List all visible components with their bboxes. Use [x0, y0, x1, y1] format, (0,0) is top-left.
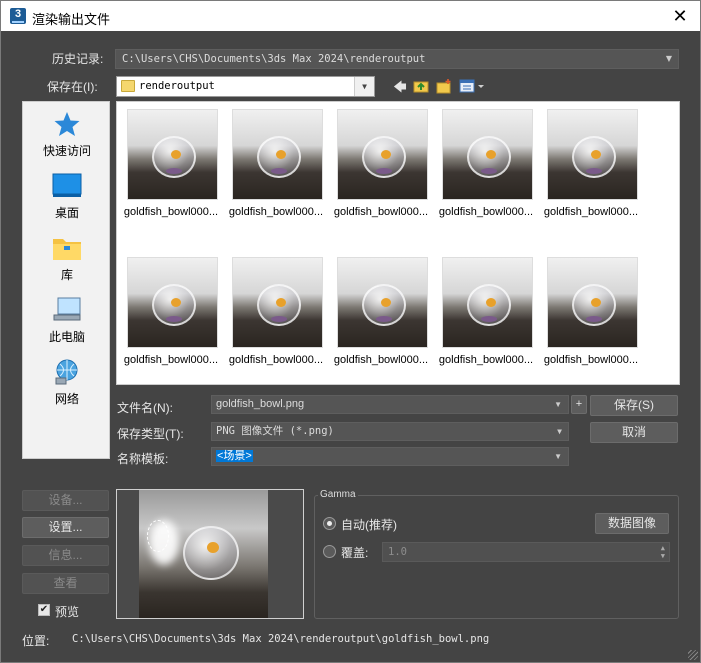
window-title: 渲染输出文件 — [32, 12, 111, 27]
file-tile[interactable]: goldfish_bowl000... — [119, 250, 223, 380]
devices-button[interactable]: 设备... — [22, 490, 109, 511]
place-this-pc[interactable]: 此电脑 — [23, 296, 111, 345]
auto-radio[interactable] — [323, 517, 336, 530]
place-label: 快速访问 — [42, 144, 91, 158]
template-label: 名称模板: — [117, 452, 169, 466]
places-bar: 快速访问 桌面 库 此电脑 网络 — [22, 101, 110, 459]
file-name: goldfish_bowl000... — [543, 354, 639, 366]
desktop-icon — [52, 172, 82, 200]
file-tile[interactable]: goldfish_bowl000... — [224, 102, 328, 232]
file-name: goldfish_bowl000... — [123, 206, 219, 218]
network-icon — [52, 358, 82, 386]
title-bar: 3 渲染输出文件 ✕ — [0, 0, 701, 31]
file-name: goldfish_bowl000... — [438, 206, 534, 218]
file-name: goldfish_bowl000... — [228, 354, 324, 366]
filename-value: goldfish_bowl.png — [216, 398, 305, 410]
template-value: <场景> — [216, 450, 253, 462]
override-spinner[interactable]: 1.0 ▲ ▼ — [382, 542, 670, 562]
file-tile[interactable]: goldfish_bowl000... — [329, 250, 433, 380]
image-thumbnail — [547, 109, 638, 200]
file-list: goldfish_bowl000... goldfish_bowl000... … — [116, 101, 680, 385]
file-name: goldfish_bowl000... — [228, 206, 324, 218]
location-label: 位置: — [22, 634, 50, 648]
history-value: C:\Users\CHS\Documents\3ds Max 2024\rend… — [122, 53, 426, 65]
file-tile[interactable]: goldfish_bowl000... — [434, 102, 538, 232]
resize-grip-icon[interactable] — [688, 650, 698, 660]
place-library[interactable]: 库 — [23, 234, 111, 283]
template-combo[interactable]: <场景> ▼ — [211, 447, 569, 466]
auto-radio-label: 自动(推荐) — [341, 518, 397, 532]
preview-image — [139, 490, 268, 618]
place-quick-access[interactable]: 快速访问 — [23, 110, 111, 159]
setup-button[interactable]: 设置... — [22, 517, 109, 538]
computer-icon — [52, 296, 82, 324]
save-in-combo[interactable]: renderoutput ▼ — [116, 76, 375, 97]
file-name: goldfish_bowl000... — [543, 206, 639, 218]
chevron-down-icon: ▼ — [557, 427, 562, 436]
gamma-group-title: Gamma — [318, 489, 358, 500]
3ds-max-app-icon: 3 — [10, 8, 26, 24]
image-thumbnail — [442, 257, 533, 348]
place-label: 库 — [60, 268, 73, 282]
folder-icon — [121, 80, 135, 92]
library-folder-icon — [52, 234, 82, 262]
file-tile[interactable]: goldfish_bowl000... — [119, 102, 223, 232]
history-label: 历史记录: — [52, 52, 104, 66]
new-folder-icon[interactable] — [436, 78, 452, 94]
filetype-value: PNG 图像文件 (*.png) — [216, 425, 334, 437]
chevron-down-icon: ▼ — [665, 54, 672, 63]
image-thumbnail — [547, 257, 638, 348]
place-desktop[interactable]: 桌面 — [23, 172, 111, 221]
filetype-combo[interactable]: PNG 图像文件 (*.png) ▼ — [211, 422, 569, 441]
preview-checkbox-label: 预览 — [55, 605, 80, 619]
image-thumbnail — [232, 109, 323, 200]
history-combo[interactable]: C:\Users\CHS\Documents\3ds Max 2024\rend… — [115, 49, 679, 69]
filetype-label: 保存类型(T): — [117, 427, 184, 441]
file-name: goldfish_bowl000... — [333, 206, 429, 218]
override-value: 1.0 — [388, 546, 407, 558]
chevron-down-icon: ▼ — [354, 77, 374, 96]
image-thumbnail — [337, 109, 428, 200]
chevron-down-icon: ▼ — [554, 452, 562, 461]
back-arrow-icon[interactable]: 🡄 — [392, 79, 408, 95]
location-value: C:\Users\CHS\Documents\3ds Max 2024\rend… — [72, 633, 490, 645]
image-thumbnail — [442, 109, 533, 200]
place-network[interactable]: 网络 — [23, 358, 111, 407]
spinner-arrows-icon[interactable]: ▲ ▼ — [661, 544, 665, 560]
render-preview — [116, 489, 304, 619]
filename-combo[interactable]: goldfish_bowl.png ▼ — [211, 395, 569, 414]
image-thumbnail — [232, 257, 323, 348]
save-in-label: 保存在(I): — [47, 80, 98, 94]
file-name: goldfish_bowl000... — [123, 354, 219, 366]
override-radio[interactable] — [323, 545, 336, 558]
cancel-button[interactable]: 取消 — [590, 422, 678, 443]
file-tile[interactable]: goldfish_bowl000... — [224, 250, 328, 380]
view-button[interactable]: 查看 — [22, 573, 109, 594]
file-name: goldfish_bowl000... — [438, 354, 534, 366]
file-tile[interactable]: goldfish_bowl000... — [539, 250, 643, 380]
save-button[interactable]: 保存(S) — [590, 395, 678, 416]
place-label: 桌面 — [54, 206, 79, 220]
close-button[interactable]: ✕ — [670, 6, 690, 26]
chevron-down-icon: ▼ — [554, 400, 562, 409]
star-icon — [52, 110, 82, 138]
up-folder-icon[interactable] — [413, 78, 429, 94]
view-menu-icon[interactable] — [459, 78, 487, 94]
image-thumbnail — [127, 257, 218, 348]
override-radio-label: 覆盖: — [341, 546, 369, 560]
file-tile[interactable]: goldfish_bowl000... — [329, 102, 433, 232]
file-tile[interactable]: goldfish_bowl000... — [434, 250, 538, 380]
save-in-value: renderoutput — [139, 80, 215, 92]
place-label: 网络 — [54, 392, 79, 406]
filename-label: 文件名(N): — [117, 401, 173, 415]
file-tile[interactable]: goldfish_bowl000... — [539, 102, 643, 232]
image-thumbnail — [337, 257, 428, 348]
data-image-button[interactable]: 数据图像 — [595, 513, 669, 534]
info-button[interactable]: 信息... — [22, 545, 109, 566]
place-label: 此电脑 — [48, 330, 85, 344]
add-button[interactable]: + — [571, 395, 587, 414]
image-thumbnail — [127, 109, 218, 200]
file-name: goldfish_bowl000... — [333, 354, 429, 366]
preview-checkbox[interactable]: ✔ — [38, 604, 50, 616]
